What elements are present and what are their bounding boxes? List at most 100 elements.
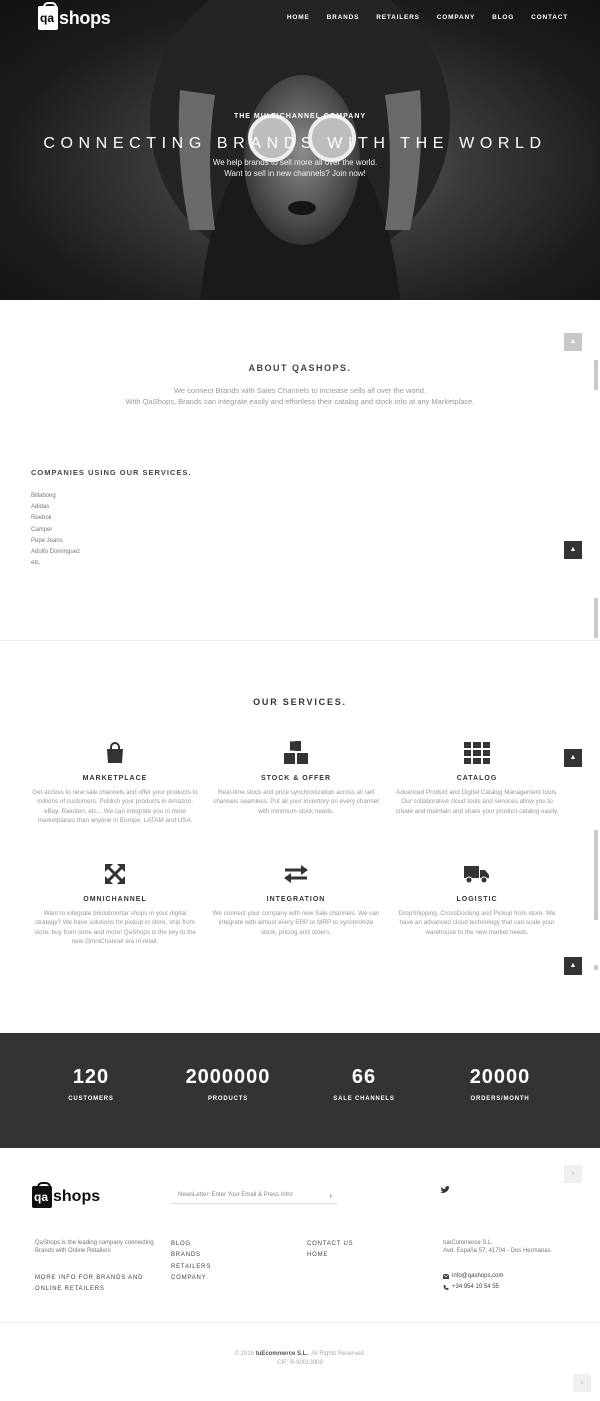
stat-orders-month: 20000 ORDERS/MONTH (425, 1066, 575, 1102)
hero-headline: CONNECTING BRANDS WITH THE WORLD (43, 135, 547, 152)
scroll-top-button[interactable]: ▲ (564, 333, 582, 351)
footer-link-retailers[interactable]: RETAILERS (171, 1262, 211, 1273)
service-name: LOGISTIC (456, 896, 498, 903)
phone-icon (443, 1284, 449, 1290)
cubes-icon (284, 740, 308, 764)
logo-word: shops (53, 1188, 101, 1205)
about-line: We connect Brands with Sales Channels to… (173, 386, 427, 395)
shopping-bag-icon (107, 742, 123, 763)
company-name: tueCommerce S.L. (443, 1240, 494, 1246)
shopping-bag-logo-icon: qa (32, 1182, 52, 1208)
double-chevron-up-icon: ▲ (569, 338, 577, 345)
footer-about-text: QaShops is the leading company connectin… (35, 1240, 154, 1255)
nav-company[interactable]: COMPANY (437, 14, 475, 21)
shopping-bag-logo-icon: qa (38, 2, 58, 30)
about-text: We connect Brands with Sales Channels to… (120, 386, 480, 407)
service-omnichannel: OMNICHANNEL Want to integrate brick&mort… (30, 861, 200, 946)
scroll-top-button[interactable]: ▲ (564, 749, 582, 767)
scrollbar[interactable] (592, 770, 600, 1030)
stat-label: CUSTOMERS (68, 1096, 114, 1102)
expand-arrows-icon (104, 863, 126, 885)
double-chevron-up-icon: ▲ (569, 962, 577, 969)
scroll-top-button[interactable]: ▲ (564, 957, 582, 975)
service-name: INTEGRATION (266, 896, 326, 903)
list-item: Camper (31, 526, 53, 533)
scroll-top-button[interactable]: ▲ (564, 541, 582, 559)
service-logistic: LOGISTIC DropShipping, CrossDocking and … (392, 861, 562, 937)
footer-link-home[interactable]: HOME (307, 1250, 353, 1261)
stat-label: SALE CHANNELS (333, 1096, 395, 1102)
newsletter-input[interactable]: NewsLetter: Enter Your Email & Press Int… (172, 1188, 338, 1204)
newsletter-placeholder: NewsLetter: Enter Your Email & Press Int… (178, 1192, 293, 1198)
hero-subtitle-line[interactable]: Want to sell in new channels? Join now! (0, 168, 590, 179)
companies-title: COMPANIES USING OUR SERVICES. (31, 468, 192, 477)
list-item: Billabong (31, 493, 56, 499)
footer-link-contact-us[interactable]: CONTACT US (307, 1239, 353, 1250)
footer-links-col1: BLOG BRANDS RETAILERS COMPANY (171, 1239, 211, 1284)
copyright: © 2016 tuEcommerce S.L.. All Rights Rese… (0, 1350, 600, 1368)
more-info-link[interactable]: MORE INFO FOR BRANDS AND ONLINE RETAILER… (35, 1273, 155, 1295)
service-marketplace: MARKETPLACE Get access to new sale chann… (30, 740, 200, 825)
service-name: STOCK & OFFER (260, 775, 332, 782)
hero-subtitle: We help brands to sell more all over the… (0, 157, 590, 179)
service-catalog: CATALOG Advanced Product and Digital Cat… (392, 740, 562, 816)
copyright-year: © 2016 (234, 1351, 255, 1357)
copyright-company[interactable]: tuEcommerce S.L. (256, 1351, 308, 1357)
footer-logo[interactable]: qa shops (32, 1182, 101, 1208)
footer-links-col2: CONTACT US HOME (307, 1239, 353, 1262)
footer-link-company[interactable]: COMPANY (171, 1273, 211, 1284)
service-integration: INTEGRATION We connect your company with… (211, 861, 381, 937)
nav-home[interactable]: HOME (287, 14, 310, 21)
stat-number: 20000 (469, 1066, 531, 1088)
list-item: Pepe Jeans (31, 537, 63, 544)
service-stock-offer: STOCK & OFFER Real-time stock and price … (211, 740, 381, 816)
footer-phone[interactable]: +34 954 10 54 55 (443, 1284, 499, 1290)
list-item: etc. (31, 560, 41, 567)
envelope-icon (443, 1273, 449, 1279)
scroll-top-button[interactable]: ▲ (573, 1374, 591, 1392)
nav-contact[interactable]: CONTACT (531, 14, 568, 21)
hero-kicker: THE MULTICHANNEL COMPANY (233, 113, 367, 120)
main-nav: HOME BRANDS RETAILERS COMPANY BLOG CONTA… (270, 14, 568, 21)
nav-brands[interactable]: BRANDS (327, 14, 360, 21)
stat-customers: 120 CUSTOMERS (16, 1066, 166, 1102)
hero-banner: qa shops HOME BRANDS RETAILERS COMPANY B… (0, 0, 600, 300)
stat-number: 2000000 (185, 1066, 271, 1088)
truck-icon (464, 866, 489, 884)
footer-email[interactable]: info@qashops.com (443, 1273, 503, 1279)
footer-link-blog[interactable]: BLOG (171, 1239, 211, 1250)
service-name: CATALOG (456, 775, 498, 782)
footer-divider (0, 1322, 600, 1323)
stat-label: ORDERS/MONTH (470, 1096, 530, 1102)
footer-address: tueCommerce S.L. Avd. España 57, 41704 -… (443, 1239, 553, 1256)
stats-bar: 120 CUSTOMERS 2000000 PRODUCTS 66 SALE C… (0, 1033, 600, 1148)
logo-letters: qa (40, 11, 55, 25)
stat-products: 2000000 PRODUCTS (153, 1066, 303, 1102)
about-title: ABOUT QASHOPS. (248, 363, 352, 373)
list-item: Adidas (31, 504, 50, 511)
services-title: OUR SERVICES. (253, 697, 347, 707)
twitter-icon[interactable] (440, 1186, 450, 1194)
hero-subtitle-line: We help brands to sell more all over the… (212, 158, 378, 167)
list-item: Adolfo Dominguez (31, 549, 81, 556)
list-item: Reebok (31, 515, 52, 522)
double-chevron-up-icon: ▲ (578, 1379, 586, 1386)
logo-letters: qa (34, 1190, 49, 1204)
double-chevron-up-icon: ▲ (569, 754, 577, 761)
grid-icon (464, 742, 490, 764)
address-text: Avd. España 57, 41704 - Dos Hermanas (443, 1248, 551, 1255)
phone-text: +34 954 10 54 55 (452, 1284, 499, 1290)
footer-link-brands[interactable]: BRANDS (171, 1250, 211, 1261)
email-text[interactable]: info@qashops.com (452, 1273, 503, 1279)
site-logo[interactable]: qa shops (38, 2, 111, 30)
nav-blog[interactable]: BLOG (492, 14, 514, 21)
service-desc: We connect your company with new Sale ch… (212, 910, 380, 936)
stat-number: 120 (72, 1066, 110, 1088)
nav-retailers[interactable]: RETAILERS (376, 14, 420, 21)
service-desc: DropShipping, CrossDocking and Pickup fr… (398, 910, 556, 936)
scrollbar[interactable] (592, 350, 600, 640)
service-desc: Want to integrate brick&mortar shops in … (34, 910, 196, 945)
scroll-top-button[interactable]: ▲ (564, 1165, 582, 1183)
logo-word: shops (59, 7, 111, 28)
chevron-right-icon[interactable]: › (329, 1191, 332, 1200)
